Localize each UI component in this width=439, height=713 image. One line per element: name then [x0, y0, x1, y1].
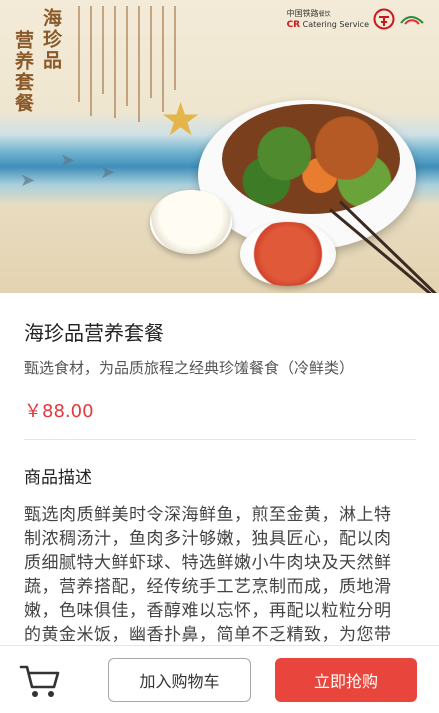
shopping-cart-icon [19, 665, 60, 697]
cart-button[interactable] [18, 662, 62, 700]
fish-icon: ➤ [20, 170, 36, 191]
soup-bowl [240, 222, 336, 286]
brand-logo: 中国铁路餐饮 CR Catering Service [287, 8, 425, 30]
divider [24, 439, 416, 440]
fish-icon: ➤ [60, 150, 76, 171]
catering-logo-icon [400, 16, 424, 25]
hero-title-line2: 营养套餐 [12, 30, 34, 114]
buy-now-button[interactable]: 立即抢购 [275, 658, 417, 702]
seafood-dish [222, 104, 400, 214]
brand-suffix: 餐饮 [318, 10, 331, 18]
product-name: 海珍品营养套餐 [24, 321, 164, 345]
bottom-action-bar: 加入购物车 立即抢购 [0, 645, 439, 713]
description-heading: 商品描述 [24, 468, 92, 488]
product-hero-image: 海珍品 营养套餐 中国铁路餐饮 CR Catering Service ➤ ➤ … [0, 0, 439, 293]
starfish-icon: ★ [160, 92, 202, 146]
add-to-cart-button[interactable]: 加入购物车 [108, 658, 251, 702]
hero-title-line1: 海珍品 [40, 8, 62, 71]
railway-emblem-icon [373, 8, 395, 30]
fish-icon: ➤ [100, 162, 116, 183]
product-subtitle: 甄选食材，为品质旅程之经典珍馐餐食（冷鲜类） [24, 359, 355, 377]
rice-bowl [150, 190, 232, 254]
brand-en-prefix: CR [286, 19, 301, 30]
product-price: ￥88.00 [24, 401, 94, 422]
brand-en: Catering Service [302, 19, 369, 29]
brand-name-cn: 中国铁路 [286, 8, 319, 18]
